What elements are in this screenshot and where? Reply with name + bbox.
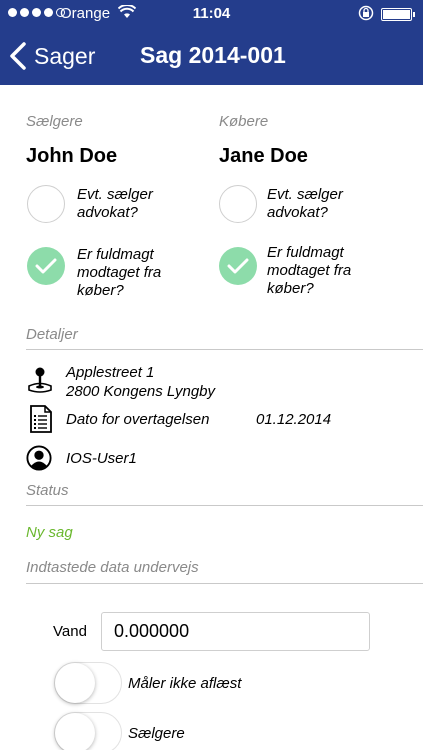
- sellers-header: Sælgere: [26, 113, 83, 130]
- page-title: Sag 2014-001: [140, 42, 286, 68]
- address-line-1: Applestreet 1: [66, 364, 155, 381]
- nav-bar: Sager Sag 2014-001: [0, 28, 423, 85]
- details-header: Detaljer: [26, 326, 78, 343]
- buyer-proxy-checkbox[interactable]: [219, 247, 257, 285]
- water-label: Vand: [53, 623, 87, 640]
- entered-data-divider: [26, 583, 423, 584]
- buyers-header: Købere: [219, 113, 269, 130]
- meter-not-read-label: Måler ikke aflæst: [128, 675, 242, 692]
- user-icon: [26, 445, 52, 471]
- seller-name: John Doe: [26, 145, 118, 167]
- seller-lawyer-checkbox[interactable]: [27, 185, 65, 223]
- label-line: advokat?: [77, 204, 138, 221]
- date-label: Dato for overtagelsen: [66, 411, 210, 428]
- seller-lawyer-label: Evt. sælger advokat?: [77, 186, 153, 222]
- user-name: IOS-User1: [66, 450, 137, 467]
- meter-not-read-toggle[interactable]: [54, 662, 122, 704]
- sellers-toggle[interactable]: [54, 712, 122, 750]
- label-line: køber?: [77, 282, 124, 299]
- chevron-left-icon: [10, 42, 26, 70]
- back-button[interactable]: Sager: [8, 40, 95, 72]
- label-line: Evt. sælger: [77, 186, 153, 203]
- buyer-name: Jane Doe: [219, 145, 308, 167]
- entered-data-header: Indtastede data undervejs: [26, 559, 199, 576]
- label-line: modtaget fra: [77, 264, 162, 281]
- document-icon: [30, 405, 52, 433]
- label-line: køber?: [267, 280, 314, 297]
- details-divider: [26, 349, 423, 350]
- status-bar: Orange 11:04: [0, 0, 423, 28]
- date-value: 01.12.2014: [256, 411, 332, 428]
- checkmark-icon: [35, 258, 57, 274]
- buyer-lawyer-label: Evt. sælger advokat?: [267, 186, 343, 222]
- sellers-toggle-label: Sælgere: [128, 725, 185, 742]
- label-line: advokat?: [267, 204, 328, 221]
- buyer-lawyer-checkbox[interactable]: [219, 185, 257, 223]
- joystick-icon: [28, 367, 52, 393]
- label-line: Er fuldmagt: [77, 246, 154, 263]
- rotation-lock-icon: [358, 5, 374, 24]
- label-line: Er fuldmagt: [267, 244, 344, 261]
- seller-proxy-checkbox[interactable]: [27, 247, 65, 285]
- label-line: modtaget fra: [267, 262, 352, 279]
- status-header: Status: [26, 482, 69, 499]
- address-line-2: 2800 Kongens Lyngby: [66, 383, 216, 400]
- buyer-proxy-label: Er fuldmagt modtaget fra køber?: [267, 244, 351, 298]
- toggle-knob: [55, 663, 95, 703]
- seller-proxy-label: Er fuldmagt modtaget fra køber?: [77, 246, 161, 300]
- checkmark-icon: [227, 258, 249, 274]
- label-line: Evt. sælger: [267, 186, 343, 203]
- back-label: Sager: [34, 42, 96, 69]
- toggle-knob: [55, 713, 95, 750]
- status-divider: [26, 505, 423, 506]
- status-value: Ny sag: [26, 524, 73, 541]
- water-input[interactable]: [101, 612, 370, 651]
- battery-icon: [381, 8, 415, 21]
